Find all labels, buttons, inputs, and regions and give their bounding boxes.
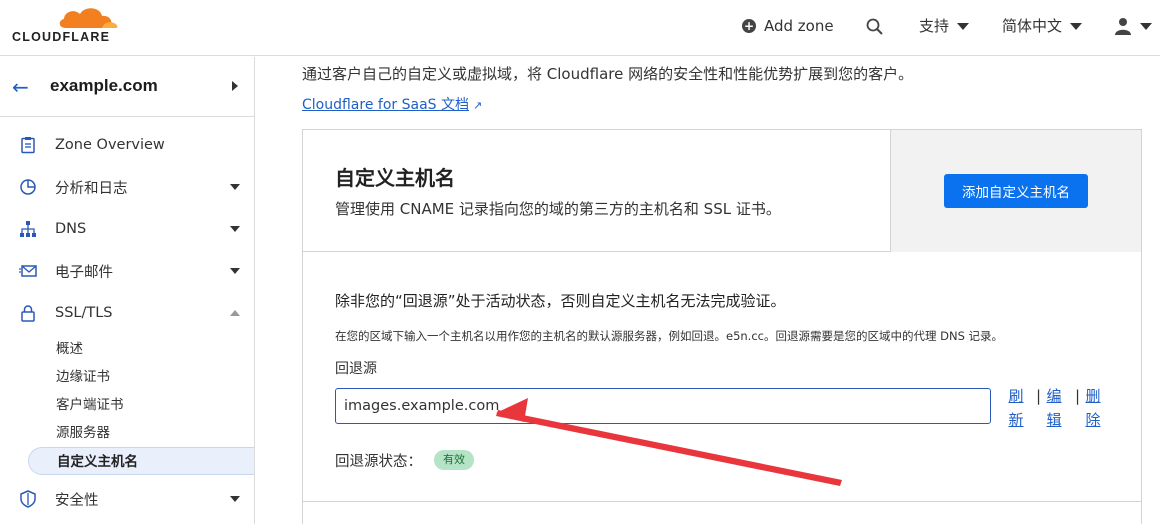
chevron-down-icon	[1070, 22, 1083, 30]
saas-docs-link[interactable]: Cloudflare for SaaS 文档 ↗	[302, 94, 482, 114]
zone-selector[interactable]: ← example.com	[0, 57, 254, 117]
sidebar-item-ssl-tls[interactable]: SSL/TLS	[0, 293, 254, 333]
edit-link-text: 辑	[1046, 411, 1062, 429]
external-link-icon: ↗	[472, 99, 483, 112]
clipboard-icon	[21, 137, 35, 154]
chevron-down-icon	[1140, 22, 1152, 30]
chevron-down-icon	[230, 226, 240, 232]
card-header: 自定义主机名 管理使用 CNAME 记录指向您的域的第三方的主机名和 SSL 证…	[303, 130, 1141, 252]
sidebar-item-label: SSL/TLS	[55, 305, 113, 321]
sidebar-item-label: DNS	[55, 221, 87, 237]
main-content: 通过客户自己的自定义或虚拟域，将 Cloudflare 网络的安全性和性能优势扩…	[256, 57, 1160, 524]
sidebar-subitem-overview[interactable]: 概述	[28, 335, 254, 363]
sidebar-item-dns[interactable]: DNS	[0, 209, 254, 249]
lock-icon	[21, 305, 35, 322]
support-label: 支持	[919, 17, 950, 35]
pie-chart-icon	[20, 179, 36, 195]
sidebar-item-analytics[interactable]: 分析和日志	[0, 167, 254, 207]
sidebar-subitem-custom-hostnames[interactable]: 自定义主机名	[28, 447, 254, 475]
edit-link-text: 编	[1046, 387, 1062, 405]
language-label: 简体中文	[1002, 17, 1063, 35]
card-action-panel: 添加自定义主机名	[890, 130, 1141, 252]
sidebar-item-label: 电子邮件	[55, 264, 113, 281]
zone-name: example.com	[50, 76, 158, 95]
cloud-icon	[59, 8, 118, 28]
search-button[interactable]	[866, 0, 883, 52]
logo-text: CLOUDFLARE	[12, 30, 111, 44]
support-menu[interactable]: 支持	[919, 0, 970, 52]
network-icon	[20, 221, 36, 237]
chevron-right-icon	[232, 81, 238, 91]
doc-link-label: Cloudflare for SaaS 文档	[302, 97, 469, 113]
delete-link-text: 除	[1085, 411, 1101, 429]
refresh-link-text: 新	[1008, 411, 1024, 429]
sidebar-item-zone-overview[interactable]: Zone Overview	[0, 125, 254, 165]
search-icon	[866, 18, 883, 35]
sidebar-item-label: 安全性	[55, 492, 99, 509]
sidebar-item-security[interactable]: 安全性	[0, 479, 254, 519]
separator: |	[1075, 387, 1081, 405]
user-icon	[1115, 18, 1131, 35]
chevron-down-icon	[230, 268, 240, 274]
fallback-origin-label: 回退源	[335, 361, 377, 377]
refresh-link[interactable]: 刷 新	[1007, 384, 1025, 432]
sidebar-subitem-client-certificates[interactable]: 客户端证书	[28, 391, 254, 419]
status-badge: 有效	[434, 450, 474, 470]
fallback-warning: 除非您的“回退源”处于活动状态，否则自定义主机名无法完成验证。	[335, 292, 786, 310]
delete-link-text: 删	[1085, 387, 1101, 405]
refresh-link-text: 刷	[1008, 387, 1024, 405]
chevron-down-icon	[230, 496, 240, 502]
top-bar: CLOUDFLARE + Add zone 支持 简体中文	[0, 0, 1160, 56]
chevron-up-icon	[230, 310, 240, 316]
sidebar-item-label: Zone Overview	[55, 137, 165, 153]
card-description: 管理使用 CNAME 记录指向您的域的第三方的主机名和 SSL 证书。	[335, 200, 781, 218]
fallback-hint: 在您的区域下输入一个主机名以用作您的主机名的默认源服务器，例如回退。e5n.cc…	[335, 329, 1004, 343]
plus-icon: +	[742, 19, 756, 33]
fallback-status-label: 回退源状态：	[335, 454, 422, 470]
add-custom-hostname-button[interactable]: 添加自定义主机名	[944, 174, 1088, 208]
sidebar: ← example.com Zone Overview 分析和日志 DNS 电子…	[0, 57, 255, 524]
edit-link[interactable]: 编 辑	[1045, 384, 1063, 432]
custom-hostnames-card: 自定义主机名 管理使用 CNAME 记录指向您的域的第三方的主机名和 SSL 证…	[302, 129, 1142, 524]
separator: |	[1036, 387, 1042, 405]
mail-icon	[19, 265, 37, 277]
card-title: 自定义主机名	[335, 166, 455, 190]
user-menu[interactable]	[1114, 0, 1152, 52]
fallback-origin-section: 除非您的“回退源”处于活动状态，否则自定义主机名无法完成验证。 在您的区域下输入…	[303, 252, 1141, 502]
fallback-origin-field[interactable]: images.example.com	[335, 388, 991, 424]
add-zone-label: Add zone	[764, 17, 834, 35]
shield-icon	[20, 490, 36, 508]
back-arrow-icon[interactable]: ←	[12, 75, 29, 99]
intro-text: 通过客户自己的自定义或虚拟域，将 Cloudflare 网络的安全性和性能优势扩…	[302, 65, 914, 83]
chevron-down-icon	[230, 184, 240, 190]
sidebar-item-label: 分析和日志	[55, 180, 128, 197]
sidebar-subitem-edge-certificates[interactable]: 边缘证书	[28, 363, 254, 391]
sidebar-subitem-origin-server[interactable]: 源服务器	[28, 419, 254, 447]
cloudflare-logo[interactable]: CLOUDFLARE	[10, 6, 122, 50]
language-menu[interactable]: 简体中文	[1002, 0, 1083, 52]
add-zone-button[interactable]: + Add zone	[742, 0, 834, 52]
delete-link[interactable]: 删 除	[1084, 384, 1102, 432]
chevron-down-icon	[957, 22, 970, 30]
sidebar-item-email[interactable]: 电子邮件	[0, 251, 254, 291]
